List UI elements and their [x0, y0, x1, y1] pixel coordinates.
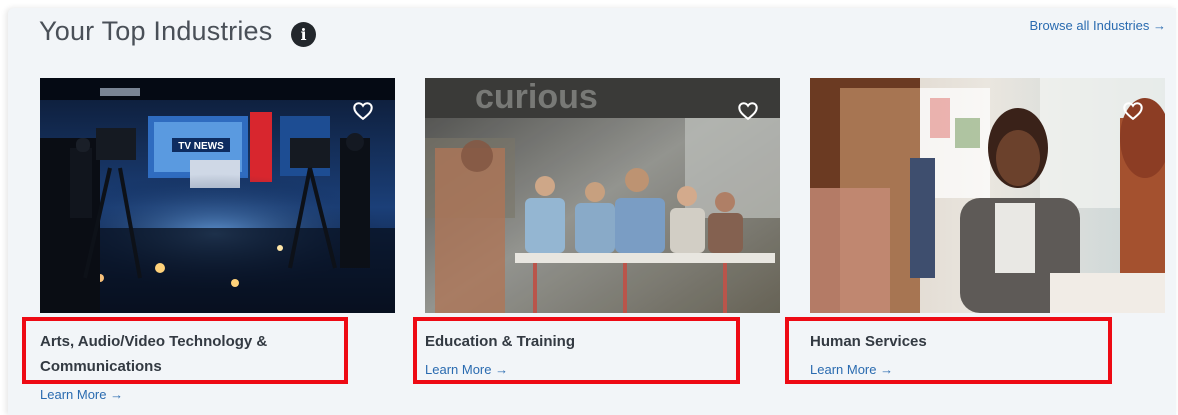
classroom-image: curious: [425, 78, 780, 313]
browse-all-industries-link[interactable]: Browse all Industries →: [1029, 18, 1166, 33]
industry-photo-arts[interactable]: TV NEWS: [40, 78, 395, 313]
industry-photo-human-services[interactable]: [810, 78, 1165, 313]
meeting-image: [810, 78, 1165, 313]
industry-card-human-services[interactable]: [810, 78, 1165, 313]
info-icon[interactable]: i: [291, 22, 316, 47]
highlight-box-education: [413, 317, 740, 384]
heart-icon[interactable]: [1122, 100, 1144, 122]
industry-photo-education[interactable]: curious: [425, 78, 780, 313]
heart-icon[interactable]: [737, 100, 759, 122]
heart-icon[interactable]: [352, 100, 374, 122]
section-title: Your Top Industries: [39, 16, 273, 46]
highlight-box-human-services: [785, 317, 1112, 384]
highlight-box-arts: [22, 317, 348, 384]
industry-card-arts[interactable]: TV NEWS: [40, 78, 395, 313]
tv-studio-image: TV NEWS: [40, 78, 395, 313]
learn-more-arts-link[interactable]: Learn More →: [40, 387, 123, 402]
industry-card-education[interactable]: curious: [425, 78, 780, 313]
studio-sign-text: TV NEWS: [178, 141, 224, 152]
